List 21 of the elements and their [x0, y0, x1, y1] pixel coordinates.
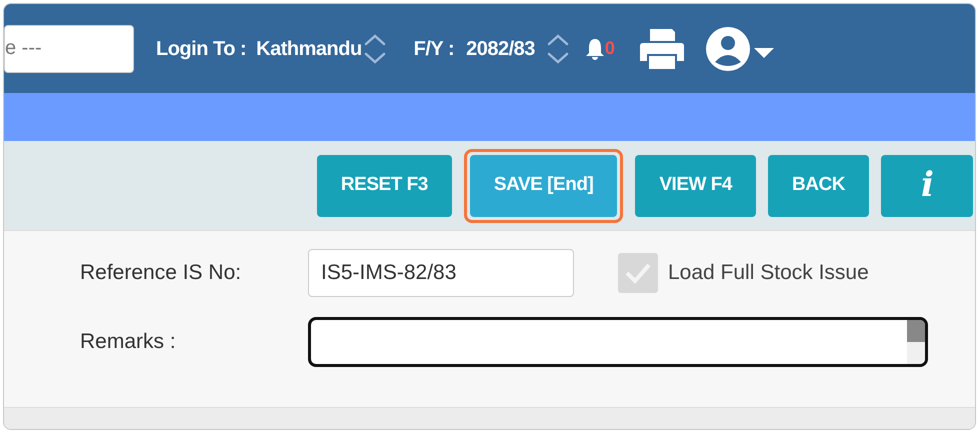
fiscal-year-value: 2082/83	[466, 36, 535, 62]
search-field[interactable]: e ---	[4, 24, 134, 72]
field-label: Remarks :	[80, 329, 177, 356]
field-label: Reference IS No:	[80, 260, 242, 286]
toolbar-button[interactable]: SAVE [End]	[470, 154, 618, 216]
input-field[interactable]: IS5-IMS-82/83	[308, 249, 574, 297]
user-avatar-icon[interactable]	[704, 26, 751, 72]
toolbar-button[interactable]: VIEW F4	[635, 154, 756, 216]
notification-count: 0	[604, 37, 615, 60]
info-button[interactable]: i	[881, 154, 973, 216]
bell-icon[interactable]	[584, 36, 605, 60]
toolbar-button[interactable]: BACK	[768, 154, 869, 216]
check-icon	[624, 261, 652, 285]
printer-icon[interactable]	[638, 26, 685, 70]
remarks-field[interactable]	[308, 317, 928, 367]
login-location: Kathmandu	[256, 36, 362, 62]
login-label: Login To :	[156, 36, 246, 62]
checkbox-label: Load Full Stock Issue	[668, 260, 869, 286]
caret-icon[interactable]	[752, 46, 775, 58]
toolbar-button[interactable]: RESET F3	[316, 154, 452, 216]
fiscal-year-label: F/Y :	[414, 36, 454, 62]
